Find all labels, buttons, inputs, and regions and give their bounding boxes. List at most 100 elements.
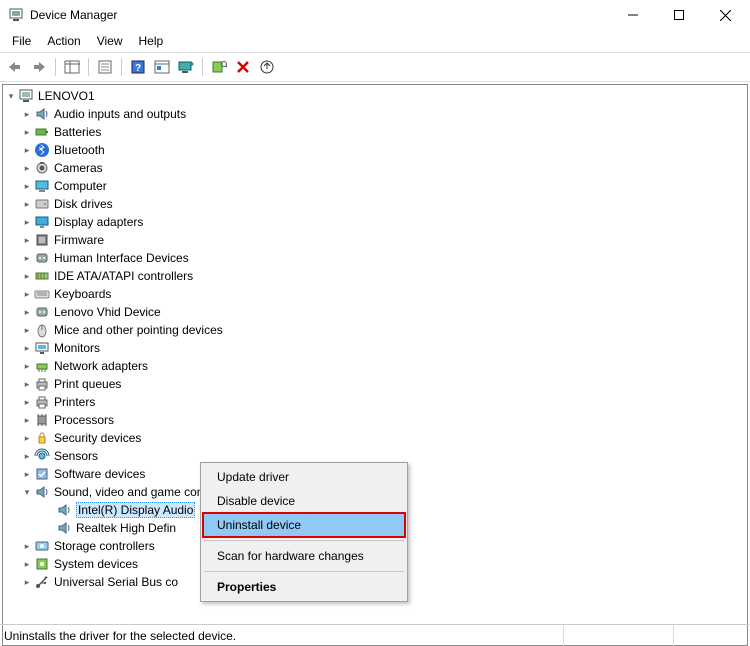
menu-item-scan-for-hardware-changes[interactable]: Scan for hardware changes — [203, 544, 405, 568]
uninstall-button[interactable] — [232, 56, 254, 78]
scan-hardware-button[interactable] — [208, 56, 230, 78]
keyboard-icon — [34, 286, 50, 302]
tree-category[interactable]: ▸Printers — [3, 393, 747, 411]
chevron-right-icon[interactable]: ▸ — [21, 162, 33, 174]
chevron-right-icon[interactable]: ▸ — [21, 270, 33, 282]
tree-category-label: Security devices — [54, 431, 141, 445]
chevron-right-icon[interactable]: ▸ — [21, 414, 33, 426]
hid-icon — [34, 304, 50, 320]
help-button[interactable]: ? — [127, 56, 149, 78]
tree-category[interactable]: ▸Processors — [3, 411, 747, 429]
chevron-right-icon[interactable]: ▸ — [21, 126, 33, 138]
tree-root-node[interactable]: ▾ LENOVO1 — [3, 87, 747, 105]
tree-device-label: Intel(R) Display Audio — [76, 502, 195, 518]
tree-category-label: Network adapters — [54, 359, 148, 373]
tree-category[interactable]: ▸ Network adapters — [3, 357, 747, 375]
tree-category[interactable]: ▸Keyboards — [3, 285, 747, 303]
menu-item-properties[interactable]: Properties — [203, 575, 405, 599]
minimize-button[interactable] — [610, 0, 656, 30]
menu-view[interactable]: View — [89, 32, 131, 50]
computer-icon — [18, 88, 34, 104]
chevron-right-icon[interactable]: ▸ — [21, 234, 33, 246]
chevron-right-icon[interactable]: ▸ — [21, 360, 33, 372]
menu-item-update-driver[interactable]: Update driver — [203, 465, 405, 489]
chevron-right-icon[interactable]: ▸ — [21, 558, 33, 570]
tree-category[interactable]: ▸Print queues — [3, 375, 747, 393]
software-icon — [34, 466, 50, 482]
tree-category[interactable]: ▸Audio inputs and outputs — [3, 105, 747, 123]
tree-category-label: Batteries — [54, 125, 101, 139]
chevron-right-icon[interactable]: ▸ — [21, 468, 33, 480]
tree-category[interactable]: ▸Disk drives — [3, 195, 747, 213]
chevron-right-icon[interactable]: ▸ — [21, 432, 33, 444]
tree-category-label: Cameras — [54, 161, 103, 175]
tree-category[interactable]: ▸ Human Interface Devices — [3, 249, 747, 267]
chevron-right-icon[interactable]: ▸ — [21, 252, 33, 264]
tree-category[interactable]: ▸Bluetooth — [3, 141, 747, 159]
speaker-icon — [34, 106, 50, 122]
window-title: Device Manager — [30, 8, 117, 22]
chevron-right-icon[interactable]: ▸ — [21, 216, 33, 228]
chevron-right-icon[interactable]: ▸ — [21, 180, 33, 192]
tree-root-label: LENOVO1 — [38, 89, 95, 103]
chevron-right-icon[interactable]: ▸ — [21, 306, 33, 318]
tree-category-label: IDE ATA/ATAPI controllers — [54, 269, 193, 283]
toolbar: ? — [0, 52, 750, 82]
chevron-down-icon[interactable]: ▾ — [21, 486, 33, 498]
sound-icon — [56, 520, 72, 536]
chevron-right-icon[interactable]: ▸ — [21, 324, 33, 336]
tree-category[interactable]: ▸Monitors — [3, 339, 747, 357]
menu-item-disable-device[interactable]: Disable device — [203, 489, 405, 513]
system-icon — [34, 556, 50, 572]
menu-help[interactable]: Help — [131, 32, 172, 50]
usb-icon — [34, 574, 50, 590]
chevron-down-icon[interactable]: ▾ — [5, 90, 17, 102]
tree-category[interactable]: ▸Mice and other pointing devices — [3, 321, 747, 339]
tree-category[interactable]: ▸ Cameras — [3, 159, 747, 177]
show-hide-tree-button[interactable] — [61, 56, 83, 78]
tree-category[interactable]: ▸Display adapters — [3, 213, 747, 231]
tree-category[interactable]: ▸Lenovo Vhid Device — [3, 303, 747, 321]
computer-action-button[interactable] — [175, 56, 197, 78]
menu-separator — [204, 571, 404, 572]
statusbar: Uninstalls the driver for the selected d… — [0, 624, 750, 646]
tree-category[interactable]: ▸Computer — [3, 177, 747, 195]
maximize-button[interactable] — [656, 0, 702, 30]
chevron-right-icon[interactable]: ▸ — [21, 144, 33, 156]
context-menu: Update driverDisable deviceUninstall dev… — [200, 462, 408, 602]
nav-back-button[interactable] — [4, 56, 26, 78]
tree-category-label: Universal Serial Bus co — [54, 575, 178, 589]
chevron-right-icon[interactable]: ▸ — [21, 540, 33, 552]
tree-category[interactable]: ▸ IDE ATA/ATAPI controllers — [3, 267, 747, 285]
chevron-right-icon[interactable]: ▸ — [21, 342, 33, 354]
chevron-right-icon[interactable]: ▸ — [21, 288, 33, 300]
chevron-right-icon[interactable]: ▸ — [21, 198, 33, 210]
menu-file[interactable]: File — [4, 32, 39, 50]
camera-icon — [34, 160, 50, 176]
svg-text:?: ? — [135, 63, 141, 74]
chevron-right-icon[interactable]: ▸ — [21, 396, 33, 408]
storage-icon — [34, 538, 50, 554]
tree-category-label: Sensors — [54, 449, 98, 463]
cpu-icon — [34, 412, 50, 428]
chevron-right-icon[interactable]: ▸ — [21, 108, 33, 120]
menu-item-uninstall-device[interactable]: Uninstall device — [203, 513, 405, 537]
tree-category[interactable]: ▸ Batteries — [3, 123, 747, 141]
tree-category-label: Software devices — [54, 467, 145, 481]
tree-category[interactable]: ▸ Security devices — [3, 429, 747, 447]
update-driver-button[interactable] — [256, 56, 278, 78]
chevron-right-icon[interactable]: ▸ — [21, 378, 33, 390]
close-button[interactable] — [702, 0, 748, 30]
battery-icon — [34, 124, 50, 140]
action-button[interactable] — [151, 56, 173, 78]
nav-forward-button[interactable] — [28, 56, 50, 78]
tree-category-label: Human Interface Devices — [54, 251, 189, 265]
sound-icon — [34, 484, 50, 500]
tree-category[interactable]: ▸Firmware — [3, 231, 747, 249]
chevron-right-icon[interactable]: ▸ — [21, 576, 33, 588]
chevron-right-icon[interactable]: ▸ — [21, 450, 33, 462]
properties-button[interactable] — [94, 56, 116, 78]
ide-icon — [34, 268, 50, 284]
mouse-icon — [34, 322, 50, 338]
menu-action[interactable]: Action — [39, 32, 88, 50]
